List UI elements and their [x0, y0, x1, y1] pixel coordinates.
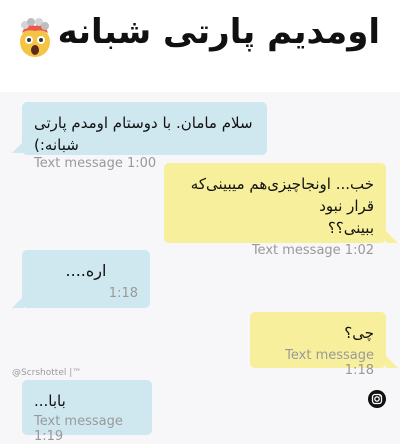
bubble-tail	[386, 356, 398, 368]
message-bubble-outgoing: چی؟ Text message 1:18	[250, 312, 386, 378]
watermark: @Scrshottel |™	[12, 368, 82, 378]
message-text: اره....	[65, 261, 107, 280]
message-text-line-2: ببینی؟؟	[327, 219, 374, 237]
message-text: سلام مامان. با دوستام اومدم پارتی شبانه:…	[34, 114, 253, 154]
message-text-line-1: خب... اونجاچیزی‌هم میبینی‌که قرار نبود	[190, 175, 374, 215]
bubble-tail	[12, 141, 24, 153]
message-bubble-incoming: اره.... 1:18	[22, 250, 150, 308]
bubble-tail	[386, 231, 398, 243]
page-title: اومدیم پارتی شبانه	[57, 12, 380, 52]
message-text: چی؟	[344, 324, 374, 342]
message-bubble-incoming: بابا... Text message 1:19	[22, 380, 152, 444]
title-bar: اومدیم پارتی شبانه	[0, 0, 400, 92]
message-timestamp: 1:18	[108, 286, 138, 301]
message-timestamp: Text message 1:18	[285, 348, 374, 378]
exploding-head-emoji-icon	[20, 18, 50, 57]
message-bubble-incoming: سلام مامان. با دوستام اومدم پارتی شبانه:…	[22, 102, 267, 171]
message-text: بابا...	[34, 392, 66, 410]
message-bubble-outgoing: خب... اونجاچیزی‌هم میبینی‌که قرار نبود ب…	[164, 163, 386, 258]
message-timestamp: Text message 1:19	[34, 414, 123, 444]
bubble-tail	[12, 296, 24, 308]
message-timestamp: Text message 1:02	[251, 243, 374, 258]
instagram-icon	[368, 390, 386, 408]
